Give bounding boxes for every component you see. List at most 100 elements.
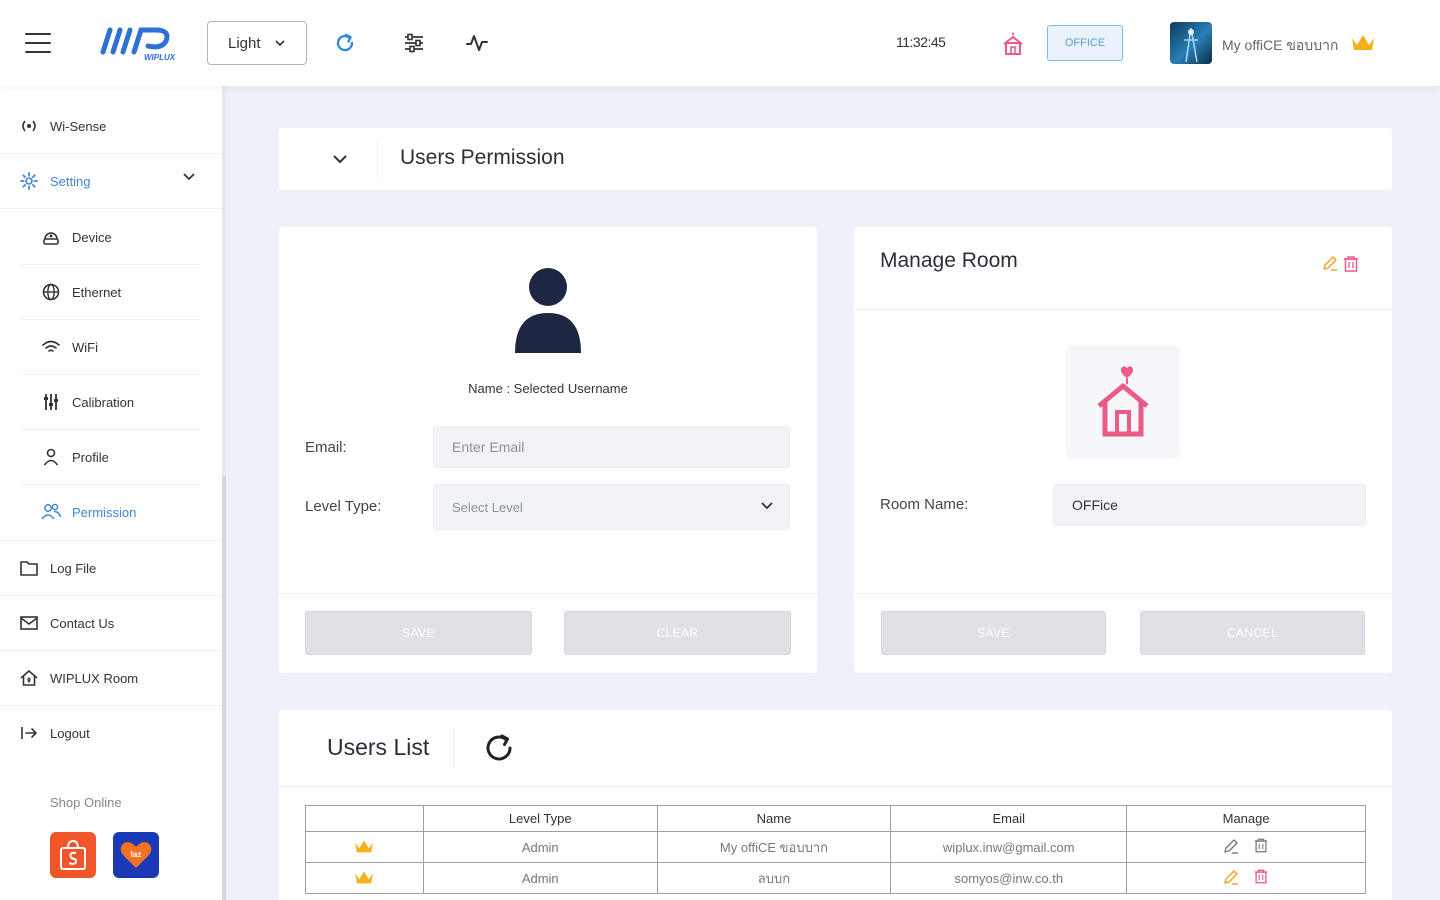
table-row[interactable]: Admin My offiCE ขอบบาก wiplux.inw@gmail.…	[305, 831, 1366, 863]
crown-cell	[305, 831, 424, 863]
shop-online-title: Shop Online	[50, 795, 122, 810]
wiplux-logo: WIPLUX	[100, 27, 176, 62]
level-cell: Admin	[422, 862, 658, 894]
user-avatar-icon	[515, 268, 581, 353]
room-image	[1066, 345, 1180, 459]
column-header	[305, 805, 424, 832]
shopee-bag-icon	[60, 839, 86, 870]
sidebar-item-logout[interactable]: Logout	[0, 706, 222, 760]
divider	[0, 208, 222, 209]
current-room-button[interactable]: OFFICE	[1047, 25, 1123, 61]
column-header: Email	[890, 805, 1128, 832]
sidebar-item-ethernet[interactable]: Ethernet	[0, 265, 222, 319]
email-placeholder: Enter Email	[452, 439, 525, 455]
menu-icon[interactable]	[25, 33, 51, 53]
level-type-label: Level Type:	[305, 498, 382, 515]
scrollbar-thumb[interactable]	[222, 476, 226, 900]
email-field[interactable]: Enter Email	[433, 426, 790, 468]
level-type-select[interactable]: Select Level	[433, 484, 790, 530]
table-header-row: Level Type Name Email Manage	[305, 805, 1366, 832]
crown-icon	[355, 870, 374, 883]
sidebar-item-label: Logout	[50, 725, 90, 741]
sidebar-item-label: Calibration	[72, 394, 135, 410]
cancel-button[interactable]: CANCEL	[1140, 611, 1365, 655]
device-icon	[40, 226, 62, 248]
crown-cell	[305, 862, 424, 894]
sidebar: Wi-Sense Setting Device Ethernet WiFi Ca…	[0, 86, 222, 900]
manage-cell	[1126, 862, 1366, 894]
sidebar-item-label: Wi-Sense	[50, 118, 107, 134]
sidebar-item-label: Log File	[50, 560, 97, 576]
email-cell: somyos@inw.co.th	[890, 862, 1128, 894]
table-row[interactable]: Admin ลบบก somyos@inw.co.th	[305, 862, 1366, 894]
name-cell: My offiCE ขอบบาก	[656, 831, 892, 863]
sidebar-item-profile[interactable]: Profile	[0, 430, 222, 484]
users-list-card: Users List Level Type Name Email Manage …	[279, 710, 1392, 900]
selected-username: Name : Selected Username	[468, 381, 628, 396]
column-header: Name	[656, 805, 892, 832]
sidebar-item-calibration[interactable]: Calibration	[0, 375, 222, 429]
gear-icon	[18, 170, 40, 192]
room-name-label: Room Name:	[880, 496, 969, 513]
edit-icon[interactable]	[1223, 869, 1239, 885]
users-table: Level Type Name Email Manage Admin My of…	[305, 805, 1366, 894]
sidebar-item-label: Profile	[72, 449, 109, 465]
lazada-button[interactable]: laz	[113, 832, 159, 878]
avatar[interactable]	[1170, 22, 1212, 64]
lazada-label: laz	[131, 850, 142, 859]
clear-button[interactable]: CLEAR	[564, 611, 791, 655]
divider	[279, 593, 817, 594]
delete-icon[interactable]	[1253, 868, 1269, 885]
sidebar-item-log-file[interactable]: Log File	[0, 541, 222, 595]
manage-room-title: Manage Room	[880, 249, 1018, 272]
manage-room-card: Manage Room Room Name: OFFice SAVE CANCE…	[854, 227, 1392, 673]
collapse-chevron-icon[interactable]	[331, 150, 349, 168]
refresh-icon[interactable]	[481, 730, 517, 766]
room-name-field[interactable]: OFFice	[1053, 484, 1366, 526]
sidebar-item-label: WiFi	[72, 339, 98, 355]
activity-icon[interactable]	[461, 27, 493, 59]
name-cell: ลบบก	[656, 862, 892, 894]
user-form-card: Name : Selected Username Email: Enter Em…	[279, 227, 817, 673]
sidebar-item-wi-sense[interactable]: Wi-Sense	[0, 99, 222, 153]
sidebar-item-permission[interactable]: Permission	[0, 485, 222, 539]
theme-select-value: Light	[228, 34, 261, 52]
sidebar-item-wiplux-room[interactable]: WIPLUX Room	[0, 651, 222, 705]
wi-sense-icon	[18, 115, 40, 137]
users-icon	[40, 501, 62, 523]
mail-icon	[18, 612, 40, 634]
sidebar-item-device[interactable]: Device	[0, 210, 222, 264]
theme-select[interactable]: Light	[207, 21, 307, 65]
filter-sliders-icon[interactable]	[398, 27, 430, 59]
divider	[279, 786, 1392, 787]
sidebar-item-label: Setting	[50, 173, 91, 189]
home-icon	[18, 667, 40, 689]
email-label: Email:	[305, 439, 347, 456]
chevron-down-icon	[761, 502, 773, 510]
sidebar-item-label: Device	[72, 229, 112, 245]
logout-icon	[18, 722, 40, 744]
edit-icon[interactable]	[1322, 255, 1338, 273]
folder-icon	[18, 557, 40, 579]
divider	[854, 593, 1392, 594]
user-name[interactable]: My offiCE ขอบบาก	[1222, 35, 1338, 57]
delete-icon[interactable]	[1253, 837, 1269, 854]
level-cell: Admin	[422, 831, 658, 863]
manage-cell	[1126, 831, 1366, 863]
sidebar-item-label: Ethernet	[72, 284, 122, 300]
sidebar-item-setting[interactable]: Setting	[0, 154, 222, 208]
sidebar-item-wifi[interactable]: WiFi	[0, 320, 222, 374]
sidebar-item-contact-us[interactable]: Contact Us	[0, 596, 222, 650]
crown-icon	[355, 839, 374, 852]
divider	[453, 728, 454, 768]
save-room-button[interactable]: SAVE	[881, 611, 1106, 655]
sidebar-scrollbar[interactable]	[222, 86, 226, 900]
sliders-icon	[40, 391, 62, 413]
room-home-icon[interactable]	[997, 27, 1029, 59]
refresh-icon[interactable]	[329, 27, 361, 59]
edit-icon[interactable]	[1223, 838, 1239, 854]
svg-text:WIPLUX: WIPLUX	[144, 53, 176, 62]
shopee-button[interactable]	[50, 832, 96, 878]
save-user-button[interactable]: SAVE	[305, 611, 532, 655]
delete-icon[interactable]	[1342, 255, 1360, 273]
